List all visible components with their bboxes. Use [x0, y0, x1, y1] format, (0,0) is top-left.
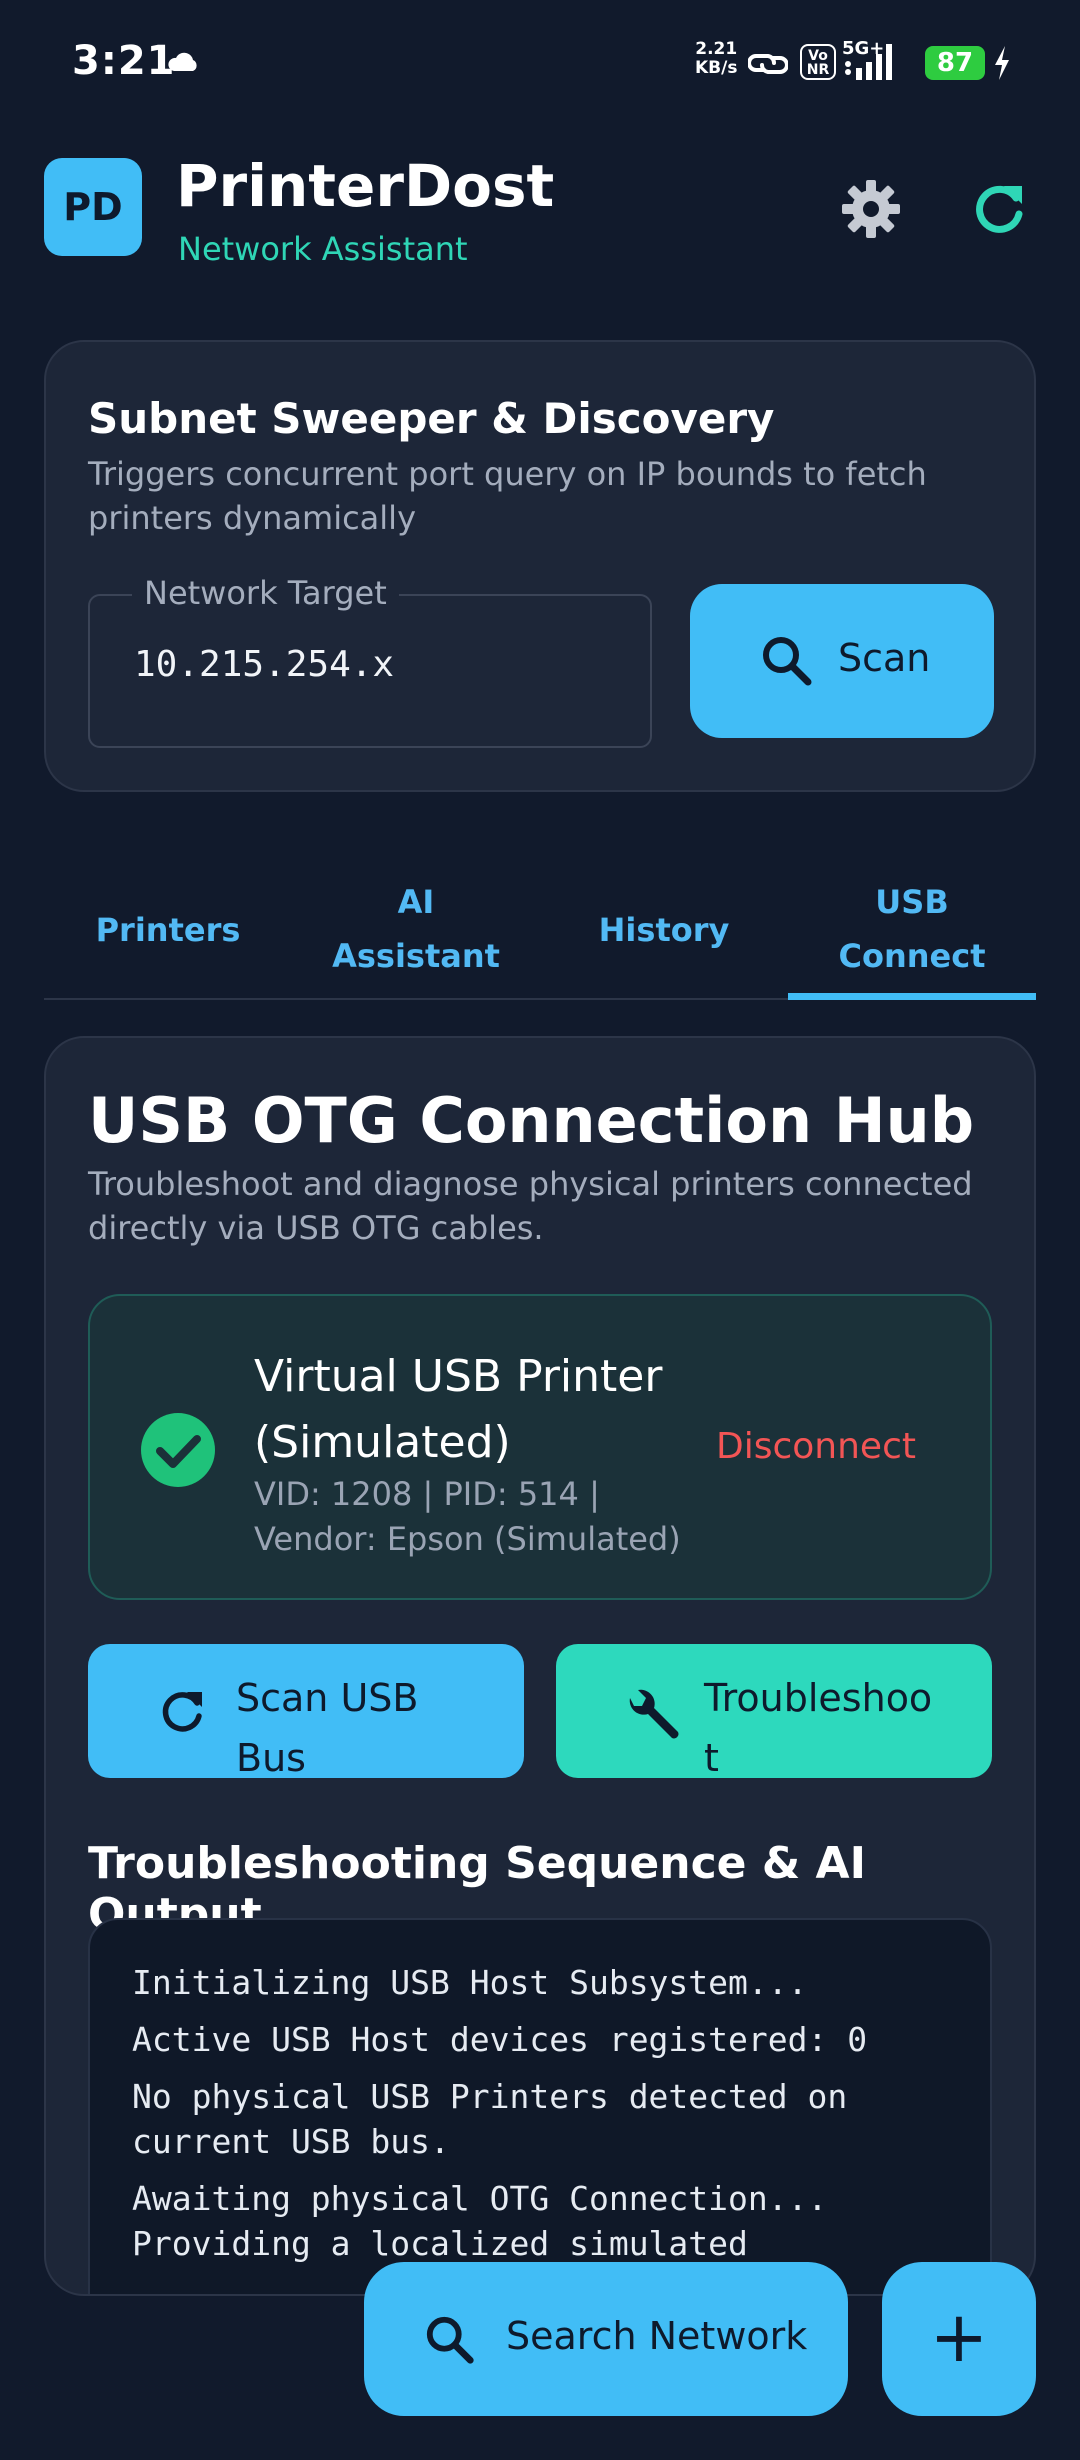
add-button[interactable]: + — [882, 2262, 1036, 2416]
wrench-icon — [629, 1689, 679, 1739]
signal-icon — [845, 44, 892, 80]
sweeper-description: Triggers concurrent port query on IP bou… — [88, 455, 927, 537]
net-speed-unit: KB/s — [695, 58, 738, 78]
refresh-icon — [162, 1692, 202, 1732]
app-screen: 3:21 2.21 KB/s Vo NR 5G+ 87 PD PrinterDo… — [0, 0, 1080, 2460]
tab-printers-label: Printers — [95, 911, 241, 949]
status-bar: 3:21 2.21 KB/s Vo NR 5G+ 87 — [0, 0, 1080, 130]
device-name: Virtual USB Printer (Simulated) — [254, 1351, 663, 1468]
troubleshoot-button[interactable]: Troubleshoo t — [556, 1644, 992, 1778]
scan-button-label: Scan — [838, 636, 931, 680]
tab-history[interactable]: History — [540, 860, 788, 1000]
refresh-icon[interactable] — [968, 178, 1030, 240]
search-icon — [763, 637, 812, 686]
net-speed: 2.21 KB/s — [695, 40, 737, 78]
network-target-label: Network Target — [132, 574, 399, 612]
tab-history-label: History — [598, 911, 730, 949]
troubleshoot-label: Troubleshoo t — [704, 1668, 932, 1778]
app-logo: PD — [44, 158, 142, 256]
active-tab-indicator — [788, 993, 1036, 1000]
disconnect-button[interactable]: Disconnect — [716, 1426, 916, 1467]
scan-usb-bus-label-line2: Bus — [236, 1736, 306, 1778]
vonr-icon: Vo NR — [800, 44, 836, 80]
tab-bar: Printers AI Assistant History USB Connec… — [44, 860, 1036, 1000]
console-line: Active USB Host devices registered: 0 — [132, 2020, 868, 2059]
tab-printers[interactable]: Printers — [44, 860, 292, 1000]
console-line: Awaiting physical OTG Connection... Prov… — [132, 2179, 828, 2263]
scan-usb-bus-label-line1: Scan USB — [236, 1676, 419, 1720]
tab-usb-label-line2: Connect — [838, 937, 986, 975]
check-circle-icon — [141, 1413, 215, 1487]
network-target-input[interactable] — [134, 644, 614, 685]
troubleshoot-label-line1: Troubleshoo — [704, 1676, 933, 1720]
console-line: No physical USB Printers detected on cur… — [132, 2077, 848, 2161]
scan-usb-bus-button[interactable]: Scan USB Bus — [88, 1644, 524, 1778]
usb-otg-card: USB OTG Connection Hub Troubleshoot and … — [44, 1036, 1036, 2296]
gear-icon[interactable] — [836, 178, 906, 240]
app-title: PrinterDost — [176, 152, 555, 220]
console-lines: Initializing USB Host Subsystem... Activ… — [132, 1960, 972, 2278]
app-subtitle: Network Assistant — [178, 230, 468, 268]
battery-icon: 87 — [925, 46, 985, 80]
console-line: Initializing USB Host Subsystem... — [132, 1963, 808, 2002]
tab-ai-label-line1: AI — [397, 883, 435, 921]
search-icon — [426, 2316, 474, 2364]
tab-usb-label-line1: USB — [875, 883, 949, 921]
search-network-label: Search Network — [506, 2314, 808, 2358]
plus-icon: + — [929, 2296, 989, 2378]
troubleshoot-label-line2: t — [704, 1736, 719, 1778]
scan-usb-bus-label: Scan USB Bus — [236, 1668, 418, 1778]
search-network-button[interactable]: Search Network — [364, 2262, 848, 2416]
net-speed-value: 2.21 — [695, 39, 738, 59]
cloud-icon — [168, 52, 197, 71]
tab-ai-label-line2: Assistant — [332, 937, 500, 975]
usb-hub-description: Troubleshoot and diagnose physical print… — [88, 1165, 973, 1247]
vonr-bottom: NR — [806, 62, 830, 78]
tab-usb-connect[interactable]: USB Connect — [788, 860, 1036, 1000]
connected-device-card: Virtual USB Printer (Simulated) VID: 120… — [88, 1294, 992, 1600]
sweeper-title: Subnet Sweeper & Discovery — [88, 394, 775, 443]
subnet-sweeper-card: Subnet Sweeper & Discovery Triggers conc… — [44, 340, 1036, 792]
status-time: 3:21 — [72, 38, 176, 84]
tab-ai-assistant[interactable]: AI Assistant — [292, 860, 540, 1000]
usb-hub-title: USB OTG Connection Hub — [88, 1084, 975, 1157]
charging-bolt-icon — [995, 46, 1009, 80]
ai-output-console[interactable]: Initializing USB Host Subsystem... Activ… — [88, 1918, 992, 2294]
device-meta: VID: 1208 | PID: 514 | Vendor: Epson (Si… — [254, 1475, 681, 1558]
scan-button[interactable]: Scan — [690, 584, 994, 738]
vonr-top: Vo — [808, 48, 828, 64]
link-icon — [748, 54, 788, 74]
